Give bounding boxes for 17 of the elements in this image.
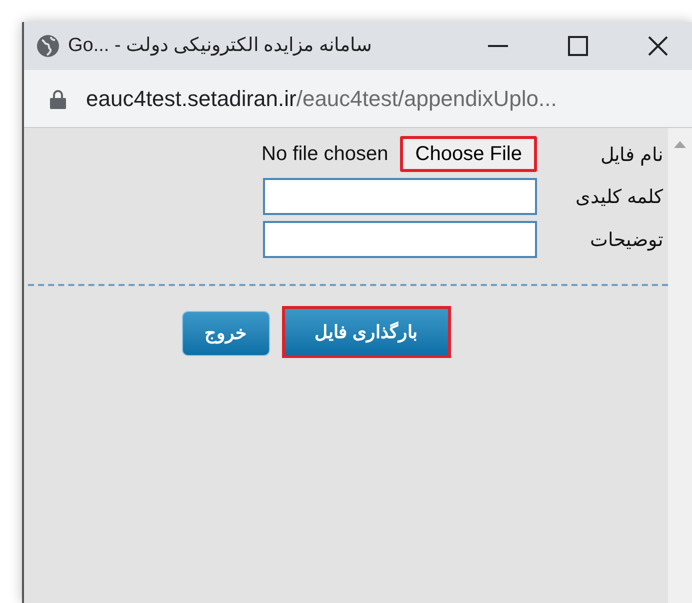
globe-icon [36, 34, 60, 58]
upload-button[interactable]: بارگذاری فایل [282, 306, 451, 358]
field-label: کلمه کلیدی [574, 186, 663, 210]
scrollbar[interactable] [668, 128, 692, 603]
scroll-up-icon[interactable] [674, 140, 686, 148]
close-icon[interactable] [648, 36, 668, 56]
choose-file-button[interactable]: Choose File [400, 136, 537, 172]
input-field[interactable] [263, 221, 537, 258]
field-label: توضیحات [589, 229, 663, 254]
maximize-icon[interactable] [568, 36, 588, 56]
field-label: نام فایل [600, 144, 663, 168]
input-field[interactable] [263, 178, 537, 215]
lock-icon [50, 88, 66, 108]
file-status: No file chosen [262, 142, 388, 167]
minimize-icon[interactable] [488, 44, 508, 48]
window-title: Go... - سامانه مزایده الکترونیکی دولت [68, 34, 372, 58]
exit-button[interactable]: خروج [182, 311, 270, 356]
